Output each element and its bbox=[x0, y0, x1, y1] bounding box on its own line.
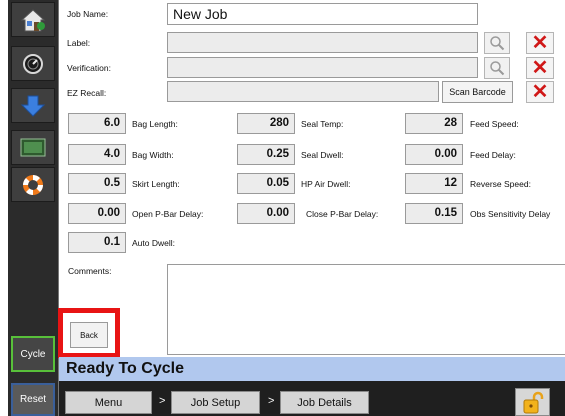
seal-temp-label: Seal Temp: bbox=[301, 119, 344, 129]
label-field[interactable] bbox=[167, 32, 478, 53]
status-bar: Ready To Cycle bbox=[59, 357, 565, 381]
label-label: Label: bbox=[67, 38, 91, 48]
home-button[interactable] bbox=[11, 2, 55, 37]
house-icon bbox=[20, 8, 46, 31]
close-pbar-delay-value[interactable]: 0.00 bbox=[237, 203, 295, 224]
ez-recall-clear-button[interactable]: ✕ bbox=[526, 81, 554, 103]
settings-gauge-button[interactable] bbox=[11, 46, 55, 81]
open-pbar-delay-value[interactable]: 0.00 bbox=[68, 203, 126, 224]
help-button[interactable] bbox=[11, 167, 55, 202]
job-name-field[interactable]: New Job bbox=[167, 3, 478, 25]
reset-button[interactable]: Reset bbox=[11, 383, 55, 416]
comments-field[interactable] bbox=[167, 264, 565, 355]
obs-sensitivity-delay-label: Obs Sensitivity Delay bbox=[470, 209, 551, 219]
label-clear-button[interactable]: ✕ bbox=[526, 32, 554, 54]
download-arrow-icon bbox=[20, 95, 46, 117]
cycle-button[interactable]: Cycle bbox=[11, 336, 55, 372]
auto-dwell-label: Auto Dwell: bbox=[132, 238, 175, 248]
bag-length-value[interactable]: 6.0 bbox=[68, 113, 126, 134]
job-name-label: Job Name: bbox=[67, 9, 109, 19]
seal-dwell-label: Seal Dwell: bbox=[301, 150, 344, 160]
bag-length-label: Bag Length: bbox=[132, 119, 178, 129]
verification-field[interactable] bbox=[167, 57, 478, 78]
seal-temp-value[interactable]: 280 bbox=[237, 113, 295, 134]
lifebuoy-icon bbox=[23, 174, 43, 195]
bag-width-label: Bag Width: bbox=[132, 150, 174, 160]
seal-dwell-value[interactable]: 0.25 bbox=[237, 144, 295, 165]
breadcrumb-separator: > bbox=[159, 395, 166, 407]
open-pbar-delay-label: Open P-Bar Delay: bbox=[132, 209, 204, 219]
x-icon: ✕ bbox=[531, 81, 549, 103]
skirt-length-label: Skirt Length: bbox=[132, 179, 180, 189]
display-button[interactable] bbox=[11, 130, 55, 165]
verification-label: Verification: bbox=[67, 63, 111, 73]
x-icon: ✕ bbox=[531, 32, 549, 54]
nav-menu-button[interactable]: Menu bbox=[65, 391, 152, 414]
feed-speed-value[interactable]: 28 bbox=[405, 113, 463, 134]
breadcrumb-separator: > bbox=[268, 395, 275, 407]
feed-delay-value[interactable]: 0.00 bbox=[405, 144, 463, 165]
scan-barcode-button[interactable]: Scan Barcode bbox=[442, 81, 513, 103]
reverse-speed-label: Reverse Speed: bbox=[470, 179, 531, 189]
gauge-icon bbox=[23, 53, 43, 74]
ez-recall-field[interactable] bbox=[167, 81, 439, 102]
x-icon: ✕ bbox=[531, 57, 549, 79]
label-search-button[interactable] bbox=[484, 32, 510, 54]
bottom-nav-bar: Menu > Job Setup > Job Details bbox=[59, 381, 565, 416]
verification-search-button[interactable] bbox=[484, 57, 510, 79]
comments-label: Comments: bbox=[68, 266, 112, 276]
nav-job-details-button[interactable]: Job Details bbox=[280, 391, 369, 414]
monitor-icon bbox=[20, 138, 46, 156]
ez-recall-label: EZ Recall: bbox=[67, 88, 107, 98]
verification-clear-button[interactable]: ✕ bbox=[526, 57, 554, 79]
bag-width-value[interactable]: 4.0 bbox=[68, 144, 126, 165]
close-pbar-delay-label: Close P-Bar Delay: bbox=[306, 209, 379, 219]
feed-speed-label: Feed Speed: bbox=[470, 119, 519, 129]
lock-button[interactable] bbox=[515, 388, 550, 416]
nav-job-setup-button[interactable]: Job Setup bbox=[171, 391, 260, 414]
reverse-speed-value[interactable]: 12 bbox=[405, 173, 463, 194]
obs-sensitivity-delay-value[interactable]: 0.15 bbox=[405, 203, 463, 224]
hp-air-dwell-label: HP Air Dwell: bbox=[301, 179, 351, 189]
feed-delay-label: Feed Delay: bbox=[470, 150, 516, 160]
magnifier-icon bbox=[490, 61, 505, 76]
magnifier-icon bbox=[490, 36, 505, 51]
unlocked-padlock-icon bbox=[523, 391, 543, 414]
job-details-screen: Cycle Reset Job Name: New Job Label: ✕ V… bbox=[0, 0, 565, 416]
download-button[interactable] bbox=[11, 88, 55, 123]
hp-air-dwell-value[interactable]: 0.05 bbox=[237, 173, 295, 194]
main-content: Job Name: New Job Label: ✕ Verification:… bbox=[58, 0, 565, 416]
auto-dwell-value[interactable]: 0.1 bbox=[68, 232, 126, 253]
sidebar: Cycle Reset bbox=[8, 0, 58, 416]
skirt-length-value[interactable]: 0.5 bbox=[68, 173, 126, 194]
back-button[interactable]: Back bbox=[70, 322, 108, 348]
